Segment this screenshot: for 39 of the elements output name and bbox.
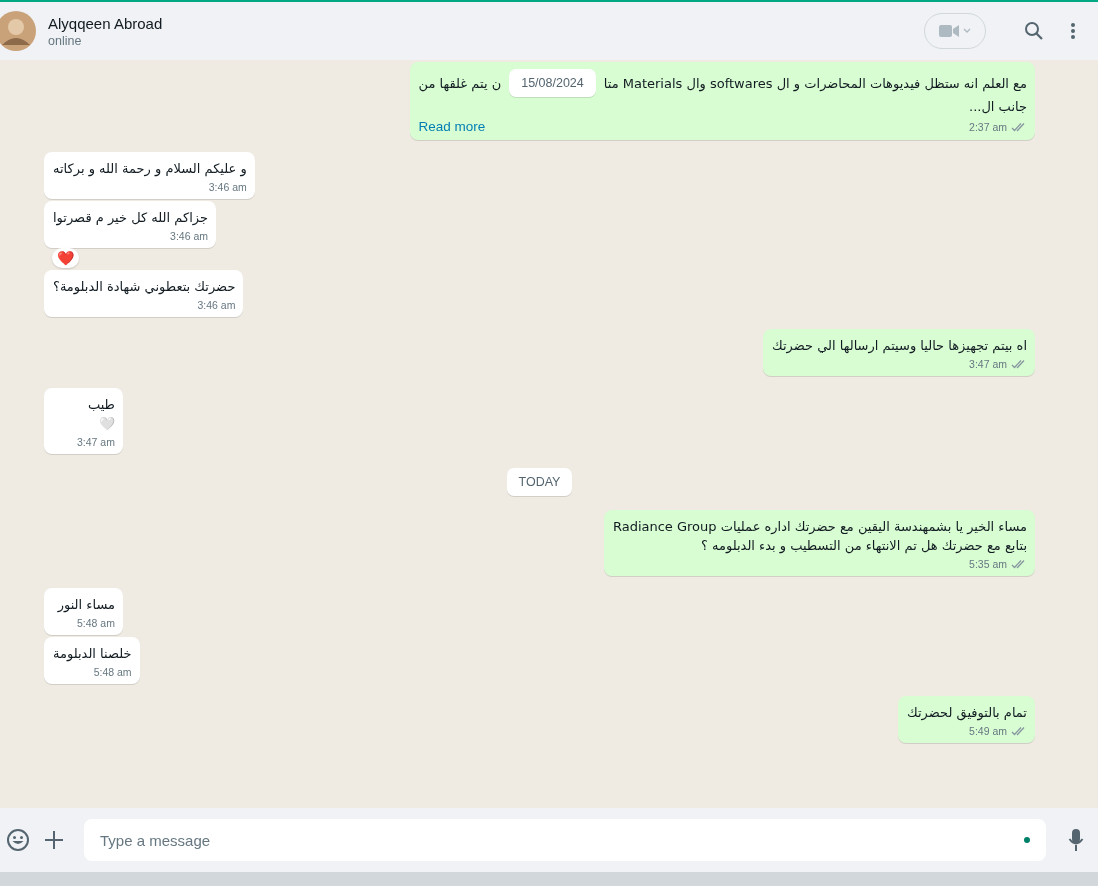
message-text: و عليكم السلام و رحمة الله و بركاته (53, 160, 247, 178)
message-time: 3:47 am (77, 436, 115, 448)
message-text: اه بيتم تجهيزها حاليا وسيتم ارسالها الي حضرتك (772, 337, 1027, 355)
menu-icon[interactable] (1070, 22, 1076, 40)
message-input[interactable]: Type a message (84, 819, 1046, 861)
message-time: 3:46 am (170, 230, 208, 242)
microphone-icon[interactable] (1068, 828, 1084, 852)
message-time: 2:37 am (969, 120, 1007, 133)
contact-name: Alyqqeen Abroad (48, 14, 163, 32)
date-chip: 15/08/2024 (509, 69, 596, 97)
message-text: تمام بالتوفيق لحضرتك (907, 704, 1027, 722)
message-text: خلصنا الدبلومة (53, 645, 132, 663)
message-time: 3:47 am (969, 358, 1007, 370)
reaction-badge[interactable]: ❤ (52, 248, 79, 268)
status-dot-icon (1024, 837, 1030, 843)
search-icon[interactable] (1024, 21, 1044, 41)
message-time: 5:48 am (77, 617, 115, 629)
read-more-link[interactable]: Read more (418, 119, 486, 134)
plus-icon[interactable] (44, 830, 64, 850)
message-text: جانب ال... (968, 98, 1027, 116)
caret-icon (963, 28, 971, 34)
message-text: جزاكم الله كل خير م قصرتوا (53, 209, 208, 227)
message-text: ن يتم غلقها من (418, 74, 502, 93)
avatar[interactable] (0, 11, 36, 51)
message-text: بتابع مع حضرتك هل تم الانتهاء من التسطيب و بدء الدبلومه ؟ (699, 537, 1027, 555)
message-time: 3:46 am (197, 299, 236, 311)
video-camera-icon (939, 24, 959, 38)
message-time: 5:35 am (969, 558, 1007, 570)
message-time: 5:48 am (93, 666, 132, 678)
message-text: مساء النور (56, 596, 115, 614)
message-time: 5:49 am (969, 725, 1007, 737)
emoji-icon[interactable] (6, 828, 30, 852)
message-text: حضرتك بتعطوني شهادة الدبلومة؟ (53, 278, 236, 296)
message-text: مع العلم انه ستظل فيديوهات المحاضرات و ال softwares وال Materials متا (603, 74, 1027, 93)
date-separator: TODAY (506, 468, 573, 496)
contact-status: online (48, 33, 83, 48)
message-text: طيب (86, 396, 115, 414)
message-text: مساء الخير يا بشمهندسة اليقين مع حضرتك اداره عمليات Radiance Group (612, 518, 1027, 536)
message-time: 3:46 am (208, 181, 247, 193)
